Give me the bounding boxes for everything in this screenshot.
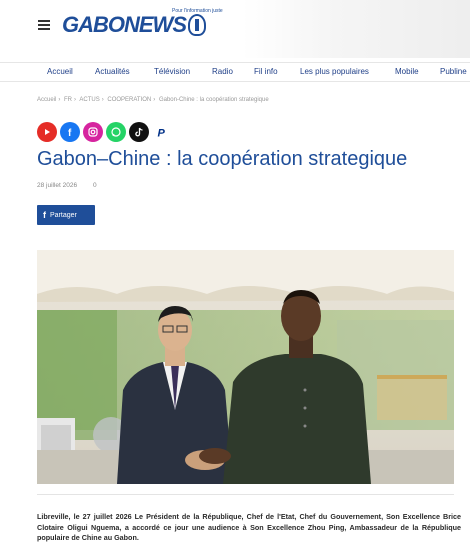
facebook-icon: f [43,210,46,220]
logo-text: GABONEWS [62,12,187,37]
breadcrumb-current: Gabon-Chine : la coopération strategique [158,97,269,103]
article-photo [37,250,454,484]
paypal-icon[interactable]: P [152,122,172,142]
article-meta: 28 juillet 2026 0 [37,182,97,189]
main-nav: Accueil Actualités Télévision Radio Fil … [0,62,470,82]
article-date: 28 juillet 2026 [37,182,78,189]
share-label: Partager [50,211,77,219]
nav-item-accueil[interactable]: Accueil [47,67,73,76]
tiktok-icon[interactable] [129,122,149,142]
article-title: Gabon–Chine : la coopération strategique [37,148,408,170]
logo-tagline: Pour l'information juste [172,8,223,14]
article-body: Libreville, le 27 juillet 2026 Le Présid… [37,512,461,543]
instagram-icon[interactable] [83,122,103,142]
svg-text:f: f [68,128,72,138]
breadcrumb-item[interactable]: ACTUS [79,97,99,103]
breadcrumb-item[interactable]: Accueil [37,97,56,103]
nav-item-publine[interactable]: Publine [440,67,467,76]
facebook-share-button[interactable]: f Partager [37,205,95,225]
header-banner [242,0,470,58]
nav-item-actualites[interactable]: Actualités [95,67,130,76]
nav-item-television[interactable]: Télévision [154,67,190,76]
svg-text:P: P [158,128,166,139]
comment-count[interactable]: 0 [93,182,97,189]
site-header: GABONEWS Pour l'information juste [0,0,470,58]
nav-item-populaires[interactable]: Les plus populaires [300,67,369,76]
nav-item-mobile[interactable]: Mobile [395,67,419,76]
hamburger-menu-icon[interactable] [38,20,50,30]
breadcrumb-item[interactable]: COOPERATION [107,97,151,103]
breadcrumb: Accueil › FR › ACTUS › COOPERATION › Gabon-C… [37,97,269,103]
breadcrumb-item[interactable]: FR [64,97,72,103]
nav-item-radio[interactable]: Radio [212,67,233,76]
whatsapp-icon[interactable] [106,122,126,142]
logo-emblem-icon [188,14,206,36]
youtube-icon[interactable] [37,122,57,142]
content-divider [37,494,454,495]
nav-item-fil-info[interactable]: Fil info [254,67,278,76]
social-links: f P [37,122,172,142]
facebook-icon[interactable]: f [60,122,80,142]
